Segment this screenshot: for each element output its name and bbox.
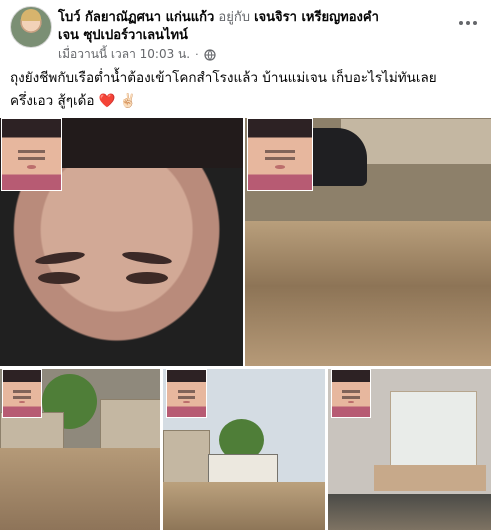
facebook-post: โบว์ กัลยาณัฏศนา แก่นแก้ว อยู่กับ เจนจิร… <box>0 0 491 530</box>
video-call-face-overlay <box>2 369 42 418</box>
author-name-link[interactable]: โบว์ กัลยาณัฏศนา แก่นแก้ว <box>58 10 214 25</box>
floodwater-area <box>328 494 491 530</box>
video-call-face-overlay <box>247 118 313 191</box>
post-metadata: เมื่อวานนี้ เวลา 10:03 น. · <box>58 45 216 64</box>
heart-emoji: ❤️ <box>98 93 116 109</box>
floodwater-area <box>245 221 491 366</box>
post-time[interactable]: เมื่อวานนี้ เวลา 10:03 น. <box>58 45 190 64</box>
post-message-line-1: ถุงยังชีพกับเรือต่ำน้ำต้องเข้าโคกสำโรงแล… <box>10 70 437 86</box>
post-message-line-2-wrapper: ครึ่งเอว สู้ๆเด้อ ❤️ ✌🏻 <box>10 90 480 113</box>
flooded-houses-photo[interactable] <box>0 369 160 530</box>
video-call-face-overlay <box>331 369 371 418</box>
video-call-face-overlay <box>1 118 62 191</box>
post-message-line-2: ครึ่งเอว สู้ๆเด้อ <box>10 93 95 109</box>
roadside-building <box>163 430 210 484</box>
more-options-icon[interactable] <box>456 14 480 32</box>
flooded-road-truck-photo[interactable] <box>163 369 325 530</box>
flooded-street-with-car-photo[interactable] <box>245 118 491 366</box>
floodwater-area <box>0 448 160 530</box>
metadata-separator: · <box>195 48 199 61</box>
post-author-line: โบว์ กัลยาณัฏศนา แก่นแก้ว อยู่กับ เจนจิร… <box>58 9 448 45</box>
interior-cabinet-shape <box>374 465 486 491</box>
globe-icon[interactable] <box>203 48 216 61</box>
flooded-house-interior-photo[interactable] <box>328 369 491 530</box>
left-eye-shape <box>38 272 80 284</box>
peace-hand-emoji: ✌🏻 <box>119 93 137 109</box>
video-call-face-overlay <box>166 369 207 418</box>
tagged-user-link-continued[interactable]: เจน ซุปเปอร์วาเลนไทน์ <box>58 28 188 43</box>
tagged-user-link[interactable]: เจนจิรา เหรียญทองคำ <box>254 10 379 25</box>
post-message: ถุงยังชีพกับเรือต่ำน้ำต้องเข้าโคกสำโรงแล… <box>10 67 480 113</box>
right-eye-shape <box>126 272 168 284</box>
with-label: อยู่กับ <box>218 10 250 25</box>
post-header: โบว์ กัลยาณัฏศนา แก่นแก้ว อยู่กับ เจนจิร… <box>10 4 480 62</box>
floodwater-area <box>163 482 325 530</box>
selfie-with-mask-photo[interactable] <box>0 118 243 366</box>
author-avatar[interactable] <box>10 6 52 48</box>
